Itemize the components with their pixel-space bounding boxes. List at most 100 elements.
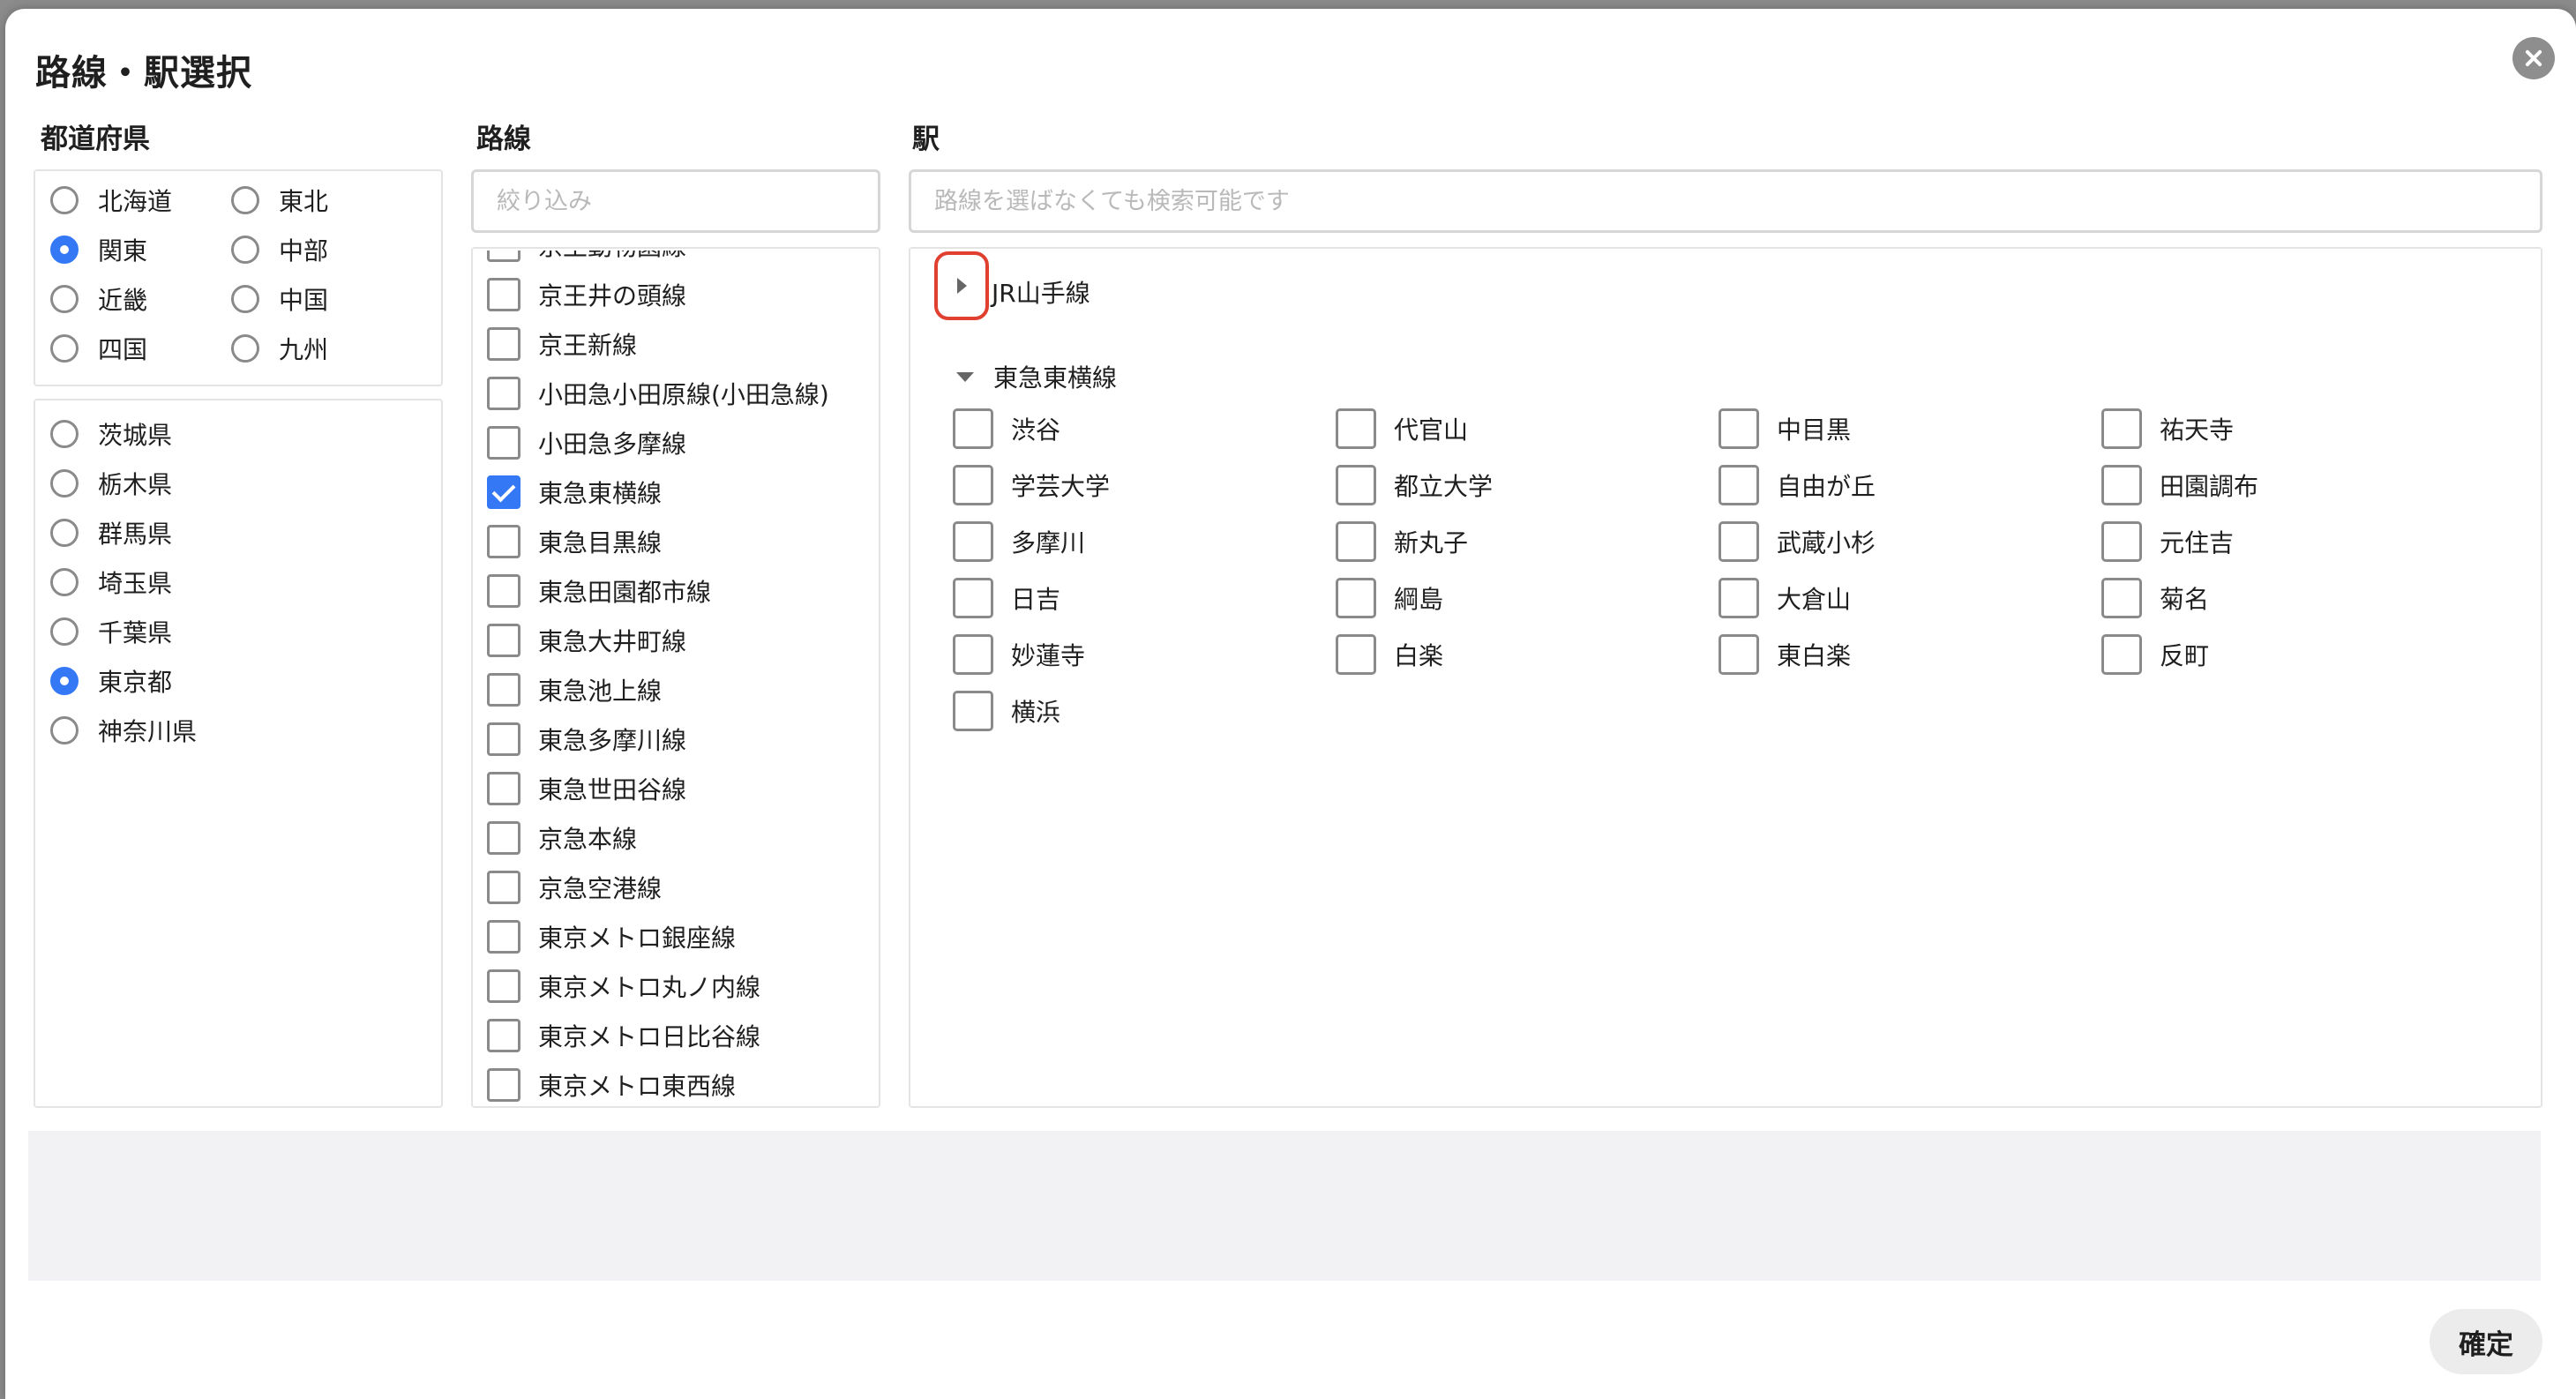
region-radio[interactable] — [50, 285, 79, 313]
station-group-tokyu-toyoko[interactable]: 東急東横線 — [956, 355, 1117, 398]
close-icon[interactable] — [2512, 37, 2555, 79]
station-option[interactable]: 武蔵小杉 — [1719, 520, 1876, 563]
station-option[interactable]: 渋谷 — [953, 408, 1060, 450]
station-option[interactable]: 自由が丘 — [1719, 464, 1876, 506]
line-option[interactable]: 東急大井町線 — [487, 616, 686, 665]
station-checkbox[interactable] — [1336, 408, 1376, 449]
station-group-jr-yamanote[interactable]: JR山手線 — [992, 271, 1090, 313]
confirm-button[interactable]: 確定 — [2430, 1309, 2542, 1374]
line-checkbox[interactable] — [487, 426, 520, 460]
region-option[interactable]: 近畿 — [50, 274, 147, 324]
region-radio[interactable] — [50, 186, 79, 214]
station-option[interactable]: 新丸子 — [1336, 520, 1468, 563]
line-checkbox[interactable] — [487, 821, 520, 855]
station-checkbox[interactable] — [2101, 521, 2142, 562]
station-option[interactable]: 横浜 — [953, 690, 1060, 732]
line-checkbox[interactable] — [487, 574, 520, 608]
prefecture-radio[interactable] — [50, 617, 79, 646]
line-checkbox[interactable] — [487, 1068, 520, 1102]
line-option[interactable]: 東急田園都市線 — [487, 566, 711, 616]
station-option[interactable]: 多摩川 — [953, 520, 1085, 563]
region-radio[interactable] — [231, 236, 259, 264]
station-checkbox[interactable] — [2101, 465, 2142, 505]
prefecture-radio[interactable] — [50, 667, 79, 695]
station-option[interactable]: 反町 — [2101, 633, 2209, 676]
prefecture-option[interactable]: 茨城県 — [50, 409, 172, 459]
line-checkbox[interactable] — [487, 969, 520, 1003]
station-checkbox[interactable] — [953, 578, 993, 618]
line-checkbox[interactable] — [487, 1019, 520, 1052]
prefecture-option[interactable]: 群馬県 — [50, 508, 172, 557]
line-checkbox[interactable] — [487, 871, 520, 904]
region-radio[interactable] — [231, 186, 259, 214]
line-option[interactable]: 東京メトロ日比谷線 — [487, 1011, 760, 1060]
line-option[interactable]: 小田急小田原線(小田急線) — [487, 369, 829, 418]
station-option[interactable]: 祐天寺 — [2101, 408, 2234, 450]
station-checkbox[interactable] — [1336, 578, 1376, 618]
line-checkbox[interactable] — [487, 377, 520, 410]
prefecture-option[interactable]: 東京都 — [50, 656, 172, 706]
station-option[interactable]: 都立大学 — [1336, 464, 1493, 506]
station-option[interactable]: 代官山 — [1336, 408, 1468, 450]
station-option[interactable]: 田園調布 — [2101, 464, 2258, 506]
line-filter-input[interactable] — [471, 169, 880, 233]
line-checkbox[interactable] — [487, 624, 520, 657]
line-option[interactable]: 京王新線 — [487, 319, 637, 369]
line-checkbox[interactable] — [487, 772, 520, 805]
station-checkbox[interactable] — [2101, 634, 2142, 675]
region-option[interactable]: 北海道 — [50, 176, 172, 225]
station-checkbox[interactable] — [1719, 408, 1759, 449]
station-option[interactable]: 大倉山 — [1719, 577, 1851, 619]
region-radio[interactable] — [50, 334, 79, 363]
station-option[interactable]: 日吉 — [953, 577, 1060, 619]
station-checkbox[interactable] — [1719, 634, 1759, 675]
line-option[interactable]: 東急池上線 — [487, 665, 662, 714]
region-option[interactable]: 四国 — [50, 324, 147, 373]
line-checkbox[interactable] — [487, 278, 520, 311]
region-radio[interactable] — [231, 334, 259, 363]
prefecture-radio[interactable] — [50, 469, 79, 498]
line-option[interactable]: 東急世田谷線 — [487, 764, 686, 813]
region-option[interactable]: 九州 — [231, 324, 328, 373]
prefecture-radio[interactable] — [50, 519, 79, 547]
expand-toggle-jr-yamanote[interactable] — [934, 251, 989, 320]
prefecture-radio[interactable] — [50, 420, 79, 448]
line-checkbox[interactable] — [487, 251, 520, 262]
station-search-input[interactable] — [909, 169, 2542, 233]
line-option[interactable]: 東京メトロ丸ノ内線 — [487, 961, 760, 1011]
line-option[interactable]: 京王井の頭線 — [487, 270, 686, 319]
line-checkbox[interactable] — [487, 722, 520, 756]
line-option[interactable]: 京急本線 — [487, 813, 637, 863]
region-option[interactable]: 中国 — [231, 274, 328, 324]
line-option[interactable]: 東急東横線 — [487, 468, 662, 517]
station-option[interactable]: 綱島 — [1336, 577, 1443, 619]
line-option[interactable]: 東京メトロ東西線 — [487, 1060, 736, 1104]
line-checkbox[interactable] — [487, 673, 520, 707]
station-checkbox[interactable] — [953, 691, 993, 731]
station-checkbox[interactable] — [1336, 634, 1376, 675]
station-checkbox[interactable] — [1719, 521, 1759, 562]
region-radio[interactable] — [50, 236, 79, 264]
station-checkbox[interactable] — [2101, 408, 2142, 449]
station-checkbox[interactable] — [953, 521, 993, 562]
prefecture-radio[interactable] — [50, 716, 79, 744]
station-option[interactable]: 元住吉 — [2101, 520, 2234, 563]
station-checkbox[interactable] — [2101, 578, 2142, 618]
prefecture-option[interactable]: 千葉県 — [50, 607, 172, 656]
station-option[interactable]: 妙蓮寺 — [953, 633, 1085, 676]
line-checkbox[interactable] — [487, 327, 520, 361]
line-checkbox[interactable] — [487, 525, 520, 558]
region-option[interactable]: 東北 — [231, 176, 328, 225]
line-option[interactable]: 京急空港線 — [487, 863, 662, 912]
line-checkbox[interactable] — [487, 475, 520, 509]
station-option[interactable]: 中目黒 — [1719, 408, 1851, 450]
station-checkbox[interactable] — [1719, 465, 1759, 505]
line-option[interactable]: 東急目黒線 — [487, 517, 662, 566]
station-option[interactable]: 白楽 — [1336, 633, 1443, 676]
region-option[interactable]: 関東 — [50, 225, 147, 274]
prefecture-option[interactable]: 埼玉県 — [50, 557, 172, 607]
station-checkbox[interactable] — [1336, 521, 1376, 562]
station-checkbox[interactable] — [953, 408, 993, 449]
region-option[interactable]: 中部 — [231, 225, 328, 274]
station-option[interactable]: 菊名 — [2101, 577, 2209, 619]
